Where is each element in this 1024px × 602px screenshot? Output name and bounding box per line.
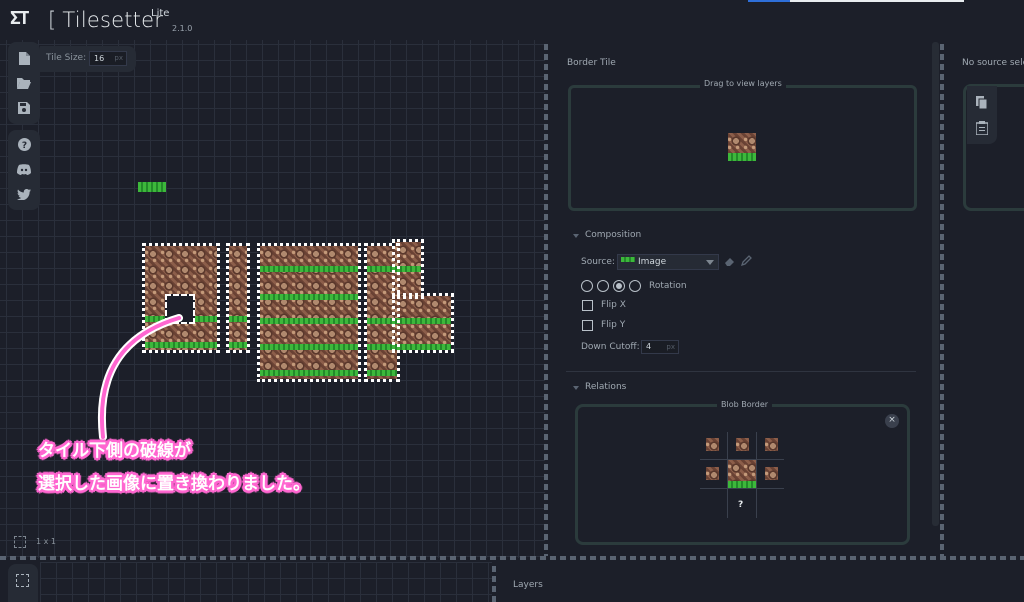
composition-collapse-icon[interactable]	[573, 234, 579, 238]
flip-y-checkbox[interactable]	[582, 320, 593, 331]
down-cutoff-unit: px	[666, 343, 675, 351]
grass-strip	[138, 182, 166, 192]
file-toolbar	[8, 42, 40, 124]
panel-splitter-vertical[interactable]	[544, 44, 548, 556]
file-icon[interactable]	[17, 51, 31, 65]
folder-open-icon[interactable]	[17, 76, 31, 90]
flip-y-label: Flip Y	[601, 320, 626, 330]
chevron-down-icon[interactable]	[706, 260, 714, 265]
tile-size-input[interactable]: 16 px	[89, 51, 127, 66]
rotation-label: Rotation	[649, 281, 687, 291]
app-edition: Lite	[151, 8, 170, 19]
border-tile-title: Border Tile	[567, 58, 616, 68]
blob-neighbor-tile[interactable]	[765, 467, 778, 480]
rotation-270-radio[interactable]	[629, 280, 641, 292]
selection-outline	[257, 243, 361, 382]
title-bracket: [	[48, 8, 57, 32]
rotation-90-radio[interactable]	[597, 280, 609, 292]
selection-outline	[226, 243, 250, 353]
rotation-0-radio[interactable]	[581, 280, 593, 292]
blob-neighbor-tile[interactable]	[706, 438, 719, 451]
source-label: Source:	[581, 257, 615, 267]
panel-scrollbar[interactable]	[932, 42, 939, 526]
blob-neighbor-tile[interactable]	[765, 438, 778, 451]
clipboard-toolbar	[967, 86, 997, 144]
blob-center-grass	[728, 481, 756, 488]
annotation-arrow	[97, 314, 183, 441]
selection-outline	[392, 239, 424, 299]
tile-size-value: 16	[94, 54, 105, 63]
rotation-180-radio[interactable]	[613, 280, 625, 292]
copy-icon[interactable]	[976, 96, 988, 109]
clipboard-icon[interactable]	[976, 121, 988, 135]
source-value: Image	[638, 257, 667, 267]
top-tab-strip[interactable]	[748, 0, 964, 2]
blob-grid-line	[756, 432, 757, 518]
blob-unknown-slot[interactable]: ?	[738, 500, 743, 510]
pencil-icon[interactable]	[740, 255, 752, 267]
panel-splitter-bottom[interactable]	[492, 566, 496, 602]
eraser-icon[interactable]	[724, 255, 736, 267]
blob-neighbor-tile[interactable]	[706, 467, 719, 480]
grass-edge	[728, 153, 756, 161]
tile-size-label: Tile Size:	[46, 53, 87, 63]
relations-collapse-icon[interactable]	[573, 386, 579, 390]
drag-hint: Drag to view layers	[700, 79, 786, 88]
app-title: [Tilesetter	[48, 8, 163, 32]
down-cutoff-value: 4	[646, 342, 652, 351]
annotation-line-1: タイル下側の破線が	[38, 441, 191, 461]
layers-title: Layers	[513, 580, 543, 590]
bottom-toolbar	[8, 564, 38, 602]
blob-border-label: Blob Border	[717, 400, 773, 409]
selection-outline	[392, 293, 454, 353]
composition-title[interactable]: Composition	[585, 230, 641, 240]
app-logo: ƩT	[10, 8, 30, 29]
annotation-line-2: 選択した画像に置き換わりました。	[38, 474, 310, 494]
selection-size-label: 1 x 1	[36, 537, 56, 546]
blob-grid-line	[700, 488, 784, 489]
bottom-canvas[interactable]	[40, 562, 492, 602]
down-cutoff-label: Down Cutoff:	[581, 342, 640, 352]
flip-x-label: Flip X	[601, 300, 626, 310]
tile-size-unit: px	[114, 54, 123, 62]
close-button[interactable]: ×	[885, 414, 899, 428]
top-tab-active[interactable]	[748, 0, 790, 2]
help-icon[interactable]: ?	[17, 137, 31, 151]
blob-neighbor-tile[interactable]	[736, 438, 749, 451]
help-toolbar: ?	[8, 130, 40, 210]
selection-size-icon	[14, 536, 26, 548]
app-title-text: Tilesetter	[62, 8, 164, 32]
discord-icon[interactable]	[17, 162, 31, 176]
app-version: 2.1.0	[172, 24, 193, 33]
down-cutoff-input[interactable]: 4 px	[641, 340, 679, 354]
svg-text:?: ?	[21, 141, 26, 151]
panel-splitter-horizontal[interactable]	[0, 556, 1024, 560]
save-icon[interactable]	[17, 101, 31, 115]
flip-x-checkbox[interactable]	[582, 300, 593, 311]
selection-icon[interactable]	[16, 574, 29, 587]
divider	[566, 371, 916, 372]
twitter-icon[interactable]	[17, 187, 31, 201]
panel-splitter-vertical-right[interactable]	[940, 44, 944, 556]
title-bar: ƩT [Tilesetter Lite 2.1.0	[0, 0, 1024, 40]
relations-title[interactable]: Relations	[585, 382, 626, 392]
source-thumbnail	[621, 257, 635, 262]
no-source-text: No source sele	[962, 58, 1024, 68]
